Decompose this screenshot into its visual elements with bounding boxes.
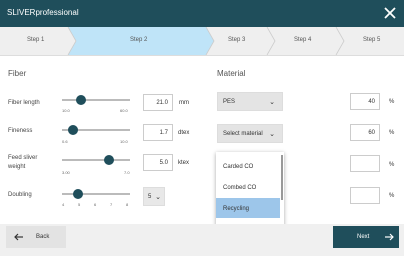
step-arrows — [67, 27, 345, 55]
fineness-unit: dtex — [178, 130, 190, 136]
doubling-tick-5: 5 — [78, 202, 81, 207]
fiber-length-knob[interactable] — [76, 95, 86, 105]
fineness-label: Fineness — [8, 128, 33, 134]
fiber-length-label: Fiber length — [8, 100, 40, 106]
back-button[interactable]: Back — [6, 226, 66, 248]
doubling-knob[interactable] — [73, 189, 83, 199]
material-heading: Material — [217, 69, 246, 78]
doubling-select[interactable]: 5 ⌄ — [143, 187, 165, 206]
fineness-min: 0.6 — [62, 139, 68, 144]
percent-symbol: % — [389, 193, 395, 199]
option-carded-co[interactable]: Carded CO — [216, 156, 280, 176]
fiber-length-unit: mm — [179, 100, 189, 106]
fiber-heading: Fiber — [8, 69, 27, 78]
step-1[interactable]: Step 1 — [27, 37, 44, 43]
close-icon[interactable] — [382, 4, 398, 22]
next-label: Next — [357, 234, 370, 240]
fiber-length-min: 10.0 — [62, 108, 70, 113]
arrow-left-icon — [14, 233, 23, 241]
fineness-input[interactable]: 1.7 — [143, 124, 173, 141]
material-percent-3[interactable] — [350, 155, 380, 172]
step-3[interactable]: Step 3 — [228, 37, 245, 43]
step-2[interactable]: Step 2 — [130, 37, 147, 43]
chevron-down-icon: ⌄ — [269, 131, 275, 138]
feed-sliver-min: 3.00 — [62, 170, 70, 175]
fiber-length-input[interactable]: 21.0 — [143, 94, 173, 111]
chevron-down-icon: ⌄ — [155, 194, 161, 201]
step-5[interactable]: Step 5 — [363, 37, 380, 43]
back-label: Back — [36, 234, 50, 240]
doubling-label: Doubling — [8, 192, 32, 198]
title-bar: SLIVERprofessional — [0, 0, 404, 27]
doubling-tick-7: 7 — [110, 202, 113, 207]
doubling-tick-6: 6 — [94, 202, 97, 207]
dropdown-scrollbar[interactable] — [281, 155, 283, 200]
step-bar: Step 1 Step 2 Step 3 Step 4 Step 5 — [0, 27, 404, 56]
option-combed-co[interactable]: Combed CO — [216, 177, 280, 197]
fineness-max: 10.0 — [120, 139, 128, 144]
feed-sliver-knob[interactable] — [104, 155, 114, 165]
doubling-tick-8: 8 — [126, 202, 129, 207]
app-title: SLIVERprofessional — [7, 8, 79, 17]
material-percent-2[interactable]: 60 — [350, 124, 380, 141]
feed-sliver-unit: ktex — [178, 160, 190, 166]
material-select-2[interactable]: Select material ⌄ — [217, 124, 283, 143]
option-recycling[interactable]: Recycling — [216, 198, 280, 218]
chevron-down-icon: ⌄ — [269, 99, 275, 106]
fiber-length-slider[interactable] — [62, 99, 130, 101]
percent-symbol: % — [389, 99, 395, 105]
step-4[interactable]: Step 4 — [294, 37, 311, 43]
arrow-right-icon — [385, 233, 394, 241]
feed-sliver-max: 7.0 — [124, 170, 130, 175]
fiber-length-max: 60.0 — [120, 108, 128, 113]
next-button[interactable]: Next — [333, 226, 399, 248]
material-percent-4[interactable] — [350, 187, 380, 204]
feed-sliver-input[interactable]: 5.0 — [143, 154, 173, 171]
percent-symbol: % — [389, 162, 395, 168]
doubling-tick-4: 4 — [62, 202, 65, 207]
fineness-knob[interactable] — [68, 125, 78, 135]
percent-symbol: % — [389, 130, 395, 136]
feed-sliver-slider[interactable] — [62, 159, 130, 161]
material-percent-1[interactable]: 40 — [350, 93, 380, 110]
material-select-1[interactable]: PES ⌄ — [217, 92, 283, 111]
feed-sliver-label: Feed sliver weight — [8, 155, 38, 170]
